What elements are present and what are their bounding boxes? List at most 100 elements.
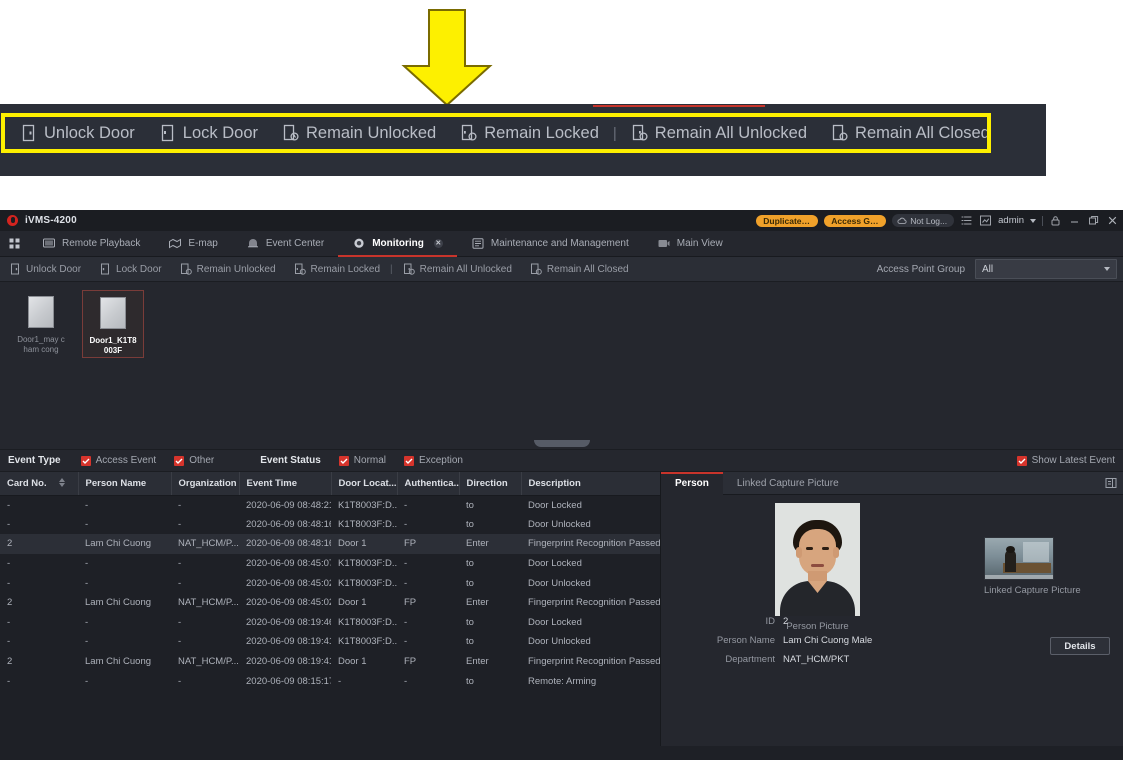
nav-item-e-map[interactable]: E-map xyxy=(154,231,231,257)
cell-direction: to xyxy=(466,616,474,628)
cell-organization: - xyxy=(178,616,182,628)
linked-capture-picture-block: Linked Capture Picture xyxy=(984,537,1081,596)
app-grid-icon[interactable] xyxy=(0,237,28,250)
sort-arrows-icon[interactable] xyxy=(58,477,66,488)
cell-authentication: - xyxy=(404,518,408,530)
lock-icon[interactable] xyxy=(1049,214,1062,227)
nav-item-remote-playback[interactable]: Remote Playback xyxy=(28,231,154,257)
cell-event-time: 2020-06-09 08:19:41 xyxy=(246,636,331,648)
door-card[interactable]: Door1_K1T8 003F xyxy=(82,290,144,358)
down-arrow-icon xyxy=(398,8,496,108)
event-table: Card No. Person Name Organization Event … xyxy=(0,472,660,691)
table-row[interactable]: 2 Lam Chi Cuong NAT_HCM/P... 2020-06-09 … xyxy=(0,651,660,672)
cell-authentication: - xyxy=(404,616,408,628)
column-direction[interactable]: Direction xyxy=(459,472,522,496)
access-point-group-select[interactable]: All xyxy=(975,259,1117,279)
cell-event-time: 2020-06-09 08:48:21 xyxy=(246,499,331,511)
column-card-no[interactable]: Card No. xyxy=(0,472,79,496)
column-authentication[interactable]: Authentica... xyxy=(397,472,460,496)
column-person-name[interactable]: Person Name xyxy=(78,472,172,496)
nav-item-monitoring[interactable]: Monitoring ✕ xyxy=(338,231,457,257)
table-row[interactable]: - - - 2020-06-09 08:45:02 K1T8003F:D... … xyxy=(0,573,660,593)
duplicate-pin-badge[interactable]: Duplicate PIN... xyxy=(756,214,819,227)
remain-all-closed-button[interactable]: Remain All Closed xyxy=(521,263,638,275)
cell-authentication: FP xyxy=(404,656,417,668)
filter-show-latest-event[interactable]: Show Latest Event xyxy=(1016,455,1115,466)
close-icon[interactable]: ✕ xyxy=(433,239,443,248)
remain-locked-button[interactable]: Remain Locked xyxy=(285,263,389,275)
door-remain-all-unlocked-icon xyxy=(403,263,415,275)
playback-icon xyxy=(42,237,56,250)
cell-organization: - xyxy=(178,675,182,687)
cell-card-no: 2 xyxy=(7,597,13,609)
column-label: Card No. xyxy=(7,477,47,489)
chevron-down-icon xyxy=(1104,267,1110,271)
column-event-time[interactable]: Event Time xyxy=(239,472,332,496)
checkbox-checked-icon[interactable] xyxy=(338,455,349,466)
access-group-badge[interactable]: Access Grou... xyxy=(824,214,887,227)
checkbox-checked-icon[interactable] xyxy=(404,455,415,466)
panel-collapse-handle[interactable] xyxy=(533,440,590,447)
checkbox-checked-icon[interactable] xyxy=(174,455,185,466)
cell-event-time: 2020-06-09 08:15:17 xyxy=(246,675,331,687)
info-label: Person Name xyxy=(716,634,775,646)
cloud-status-label: Not Log... xyxy=(910,215,948,226)
table-row[interactable]: - - - 2020-06-09 08:48:16 K1T8003F:D... … xyxy=(0,514,660,535)
cloud-login-status-chip[interactable]: Not Log... xyxy=(892,214,955,227)
cell-door-location: K1T8003F:D... xyxy=(338,518,397,530)
table-row[interactable]: 2 Lam Chi Cuong NAT_HCM/P... 2020-06-09 … xyxy=(0,592,660,613)
table-header-row: Card No. Person Name Organization Event … xyxy=(0,472,660,496)
nav-item-main-view[interactable]: Main View xyxy=(643,231,737,257)
restore-icon[interactable] xyxy=(1087,214,1100,227)
details-button[interactable]: Details xyxy=(1050,637,1110,655)
door-remain-all-closed-icon xyxy=(530,263,542,275)
checkbox-checked-icon[interactable] xyxy=(80,455,91,466)
cell-organization: - xyxy=(178,636,182,648)
filter-exception[interactable]: Exception xyxy=(404,455,463,466)
emap-icon xyxy=(168,237,182,250)
unlock-door-button[interactable]: Unlock Door xyxy=(0,263,90,275)
table-row[interactable]: 2 Lam Chi Cuong NAT_HCM/P... 2020-06-09 … xyxy=(0,534,660,554)
close-icon[interactable] xyxy=(1106,214,1119,227)
ivms-application-window: iVMS-4200 Duplicate PIN... Access Grou..… xyxy=(0,210,1123,760)
info-label: Department xyxy=(725,653,775,665)
table-row[interactable]: - - - 2020-06-09 08:15:17 - - to Remote:… xyxy=(0,671,660,691)
nav-item-event-center[interactable]: Event Center xyxy=(232,231,338,257)
cell-direction: Enter xyxy=(466,538,489,550)
cell-person-name: - xyxy=(85,616,89,628)
main-navigation-bar: Remote Playback E-map Event Center Monit… xyxy=(0,231,1123,257)
filter-normal[interactable]: Normal xyxy=(338,455,386,466)
maintenance-icon xyxy=(471,237,485,250)
chevron-down-icon[interactable] xyxy=(1030,218,1036,223)
tab-linked-capture-picture[interactable]: Linked Capture Picture xyxy=(723,472,853,495)
list-icon[interactable] xyxy=(960,214,973,227)
nav-item-maintenance-and-management[interactable]: Maintenance and Management xyxy=(457,231,643,257)
chart-icon[interactable] xyxy=(979,214,992,227)
cell-organization: - xyxy=(178,558,182,570)
filter-access-event[interactable]: Access Event xyxy=(80,455,156,466)
expand-panel-icon[interactable] xyxy=(1105,477,1117,489)
remain-all-unlocked-button[interactable]: Remain All Unlocked xyxy=(394,263,521,275)
info-value: 2 xyxy=(783,615,789,627)
remain-unlocked-button[interactable]: Remain Unlocked xyxy=(171,263,285,275)
table-row[interactable]: - - - 2020-06-09 08:19:46 K1T8003F:D... … xyxy=(0,612,660,633)
column-description[interactable]: Description xyxy=(521,472,660,496)
door-action-toolbar: Unlock Door Lock Door Remain Unlocked Re… xyxy=(0,257,1123,282)
cell-event-time: 2020-06-09 08:48:16 xyxy=(246,538,331,550)
user-menu[interactable]: admin xyxy=(998,215,1024,226)
door-card[interactable]: Door1_may c ham cong xyxy=(10,290,72,358)
cell-description: Door Unlocked xyxy=(528,636,591,648)
access-point-group-value: All xyxy=(982,263,994,275)
cell-door-location: Door 1 xyxy=(338,597,367,609)
column-organization[interactable]: Organization xyxy=(171,472,240,496)
lock-door-button[interactable]: Lock Door xyxy=(90,263,171,275)
tab-person[interactable]: Person xyxy=(661,471,723,495)
table-row[interactable]: - - - 2020-06-09 08:48:21 K1T8003F:D... … xyxy=(0,495,660,515)
filter-other[interactable]: Other xyxy=(174,455,214,466)
minimize-icon[interactable] xyxy=(1068,214,1081,227)
table-row[interactable]: - - - 2020-06-09 08:45:07 K1T8003F:D... … xyxy=(0,553,660,574)
column-door-location[interactable]: Door Locat... xyxy=(331,472,398,496)
event-table-body: - - - 2020-06-09 08:48:21 K1T8003F:D... … xyxy=(0,495,660,691)
table-row[interactable]: - - - 2020-06-09 08:19:41 K1T8003F:D... … xyxy=(0,632,660,652)
checkbox-checked-icon[interactable] xyxy=(1016,455,1027,466)
